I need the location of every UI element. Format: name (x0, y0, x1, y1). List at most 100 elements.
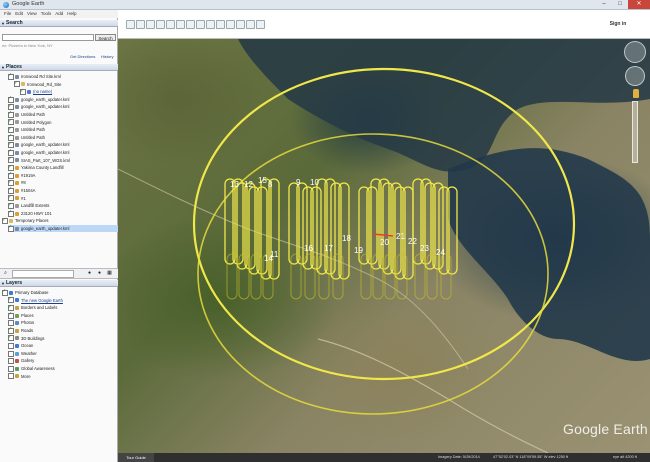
close-button[interactable]: ✕ (628, 0, 650, 9)
menu-file[interactable]: File (4, 10, 11, 18)
checkbox[interactable] (8, 141, 14, 149)
hide-sidebar-icon[interactable] (126, 20, 135, 29)
email-icon[interactable] (226, 20, 235, 29)
checkbox[interactable] (8, 164, 14, 172)
sign-in-button[interactable]: Sign in (588, 19, 648, 29)
checkbox[interactable] (8, 186, 14, 194)
checkbox[interactable] (8, 133, 14, 141)
tree-item[interactable]: google_earth_updater.kml (8, 95, 118, 103)
tree-item[interactable]: Gallery (8, 357, 118, 365)
checkbox[interactable] (2, 217, 8, 225)
look-around-control[interactable] (624, 41, 646, 63)
checkbox[interactable] (8, 110, 14, 118)
checkbox[interactable] (8, 365, 14, 372)
checkbox[interactable] (8, 72, 14, 80)
history-link[interactable]: History (101, 54, 113, 59)
menu-help[interactable]: Help (67, 10, 76, 18)
planets-icon[interactable] (206, 20, 215, 29)
checkbox[interactable] (8, 171, 14, 179)
tree-item[interactable]: Borders and Labels (8, 304, 118, 312)
street-view-pegman-icon[interactable] (633, 89, 639, 98)
checkbox[interactable] (8, 358, 14, 365)
checkbox[interactable] (8, 350, 14, 357)
checkbox[interactable] (8, 103, 14, 111)
tree-item[interactable]: Untitled Path (8, 110, 118, 118)
map-view[interactable]: 13 12 15 8 9 10 16 17 18 19 20 21 22 23 24 14 11 Google … (118, 39, 650, 453)
checkbox[interactable] (8, 209, 14, 217)
checkbox[interactable] (8, 304, 14, 312)
ruler-icon[interactable] (216, 20, 225, 29)
tree-item[interactable]: Photos (8, 319, 118, 327)
tree-item[interactable]: 23120 HWY 101 (8, 209, 118, 217)
sunlight-icon[interactable] (196, 20, 205, 29)
menu-edit[interactable]: Edit (15, 10, 23, 18)
menu-add[interactable]: Add (55, 10, 63, 18)
checkbox[interactable] (14, 80, 20, 88)
tree-item[interactable]: Global Awareness (8, 365, 118, 372)
tree-item[interactable]: More (8, 373, 118, 380)
tree-item[interactable]: #1504A (8, 186, 118, 194)
checkbox[interactable] (20, 88, 26, 96)
move-down-icon[interactable]: ● (96, 270, 103, 276)
checkbox[interactable] (8, 343, 14, 350)
zoom-slider[interactable] (632, 101, 638, 163)
tree-item[interactable]: google_earth_updater.kml (8, 103, 118, 111)
tree-item[interactable]: Ironwood Rd Site.kml (8, 72, 118, 80)
checkbox[interactable] (8, 296, 14, 304)
search-panel-header[interactable]: ▼ Search (0, 20, 118, 27)
checkbox[interactable] (8, 118, 14, 126)
save-image-icon[interactable] (246, 20, 255, 29)
tree-item[interactable]: google_earth_updater.kml (8, 148, 118, 156)
checkbox[interactable] (8, 194, 14, 202)
checkbox[interactable] (8, 224, 14, 232)
checkbox[interactable] (8, 334, 14, 342)
tree-item[interactable]: Temporary Places (2, 217, 118, 225)
checkbox[interactable] (8, 202, 14, 210)
print-icon[interactable] (236, 20, 245, 29)
checkbox[interactable] (8, 126, 14, 134)
tree-item[interactable]: #1919A (8, 171, 118, 179)
search-places-icon[interactable]: ⌕ (2, 270, 9, 276)
add-path-icon[interactable] (156, 20, 165, 29)
tree-item[interactable]: 3D Buildings (8, 334, 118, 342)
tree-item[interactable]: Places (8, 311, 118, 319)
checkbox[interactable] (2, 288, 8, 296)
tree-item[interactable]: Roads (8, 326, 118, 334)
tree-item[interactable]: The new Google Earth (8, 296, 118, 304)
tree-item[interactable]: Untitled Polygon (8, 118, 118, 126)
get-directions-link[interactable]: Get Directions (70, 54, 95, 59)
minimize-button[interactable]: – (596, 0, 612, 9)
maximize-button[interactable]: □ (612, 0, 628, 9)
places-panel-header[interactable]: ▼ Places (0, 64, 118, 71)
move-up-icon[interactable]: ● (86, 270, 93, 276)
tree-item[interactable]: Ocean (8, 342, 118, 350)
search-button[interactable]: Search (95, 34, 116, 41)
checkbox[interactable] (8, 148, 14, 156)
tree-item[interactable]: SIAS_Part_107_WGS.kml (8, 156, 118, 164)
tree-item[interactable]: (no name) (20, 88, 118, 96)
tree-item[interactable]: Weather (8, 350, 118, 357)
add-polygon-icon[interactable] (146, 20, 155, 29)
tree-item[interactable]: Primary Database (2, 288, 118, 296)
view-in-maps-icon[interactable] (256, 20, 265, 29)
tree-item[interactable]: #8 (8, 179, 118, 187)
checkbox[interactable] (8, 95, 14, 103)
historical-imagery-icon[interactable] (186, 20, 195, 29)
checkbox[interactable] (8, 320, 14, 327)
checkbox[interactable] (8, 373, 14, 380)
tree-item[interactable]: Untitled Path (8, 126, 118, 134)
move-control[interactable] (625, 66, 645, 86)
tour-guide-button[interactable]: Tour Guide (118, 453, 154, 462)
tree-item[interactable]: #1 (8, 194, 118, 202)
add-image-overlay-icon[interactable] (166, 20, 175, 29)
checkbox[interactable] (8, 326, 14, 334)
tree-item[interactable]: Landfill Extents (8, 202, 118, 210)
tree-item[interactable]: google_earth_updater.kml (8, 224, 118, 232)
menu-view[interactable]: View (27, 10, 37, 18)
tree-item[interactable]: Ironwood_Rd_Site (14, 80, 118, 88)
checkbox[interactable] (8, 179, 14, 187)
menu-tools[interactable]: Tools (41, 10, 52, 18)
view-icon[interactable]: ▦ (106, 270, 113, 276)
tree-item[interactable]: Yakima County Landfill (8, 164, 118, 172)
search-input[interactable] (2, 34, 94, 41)
